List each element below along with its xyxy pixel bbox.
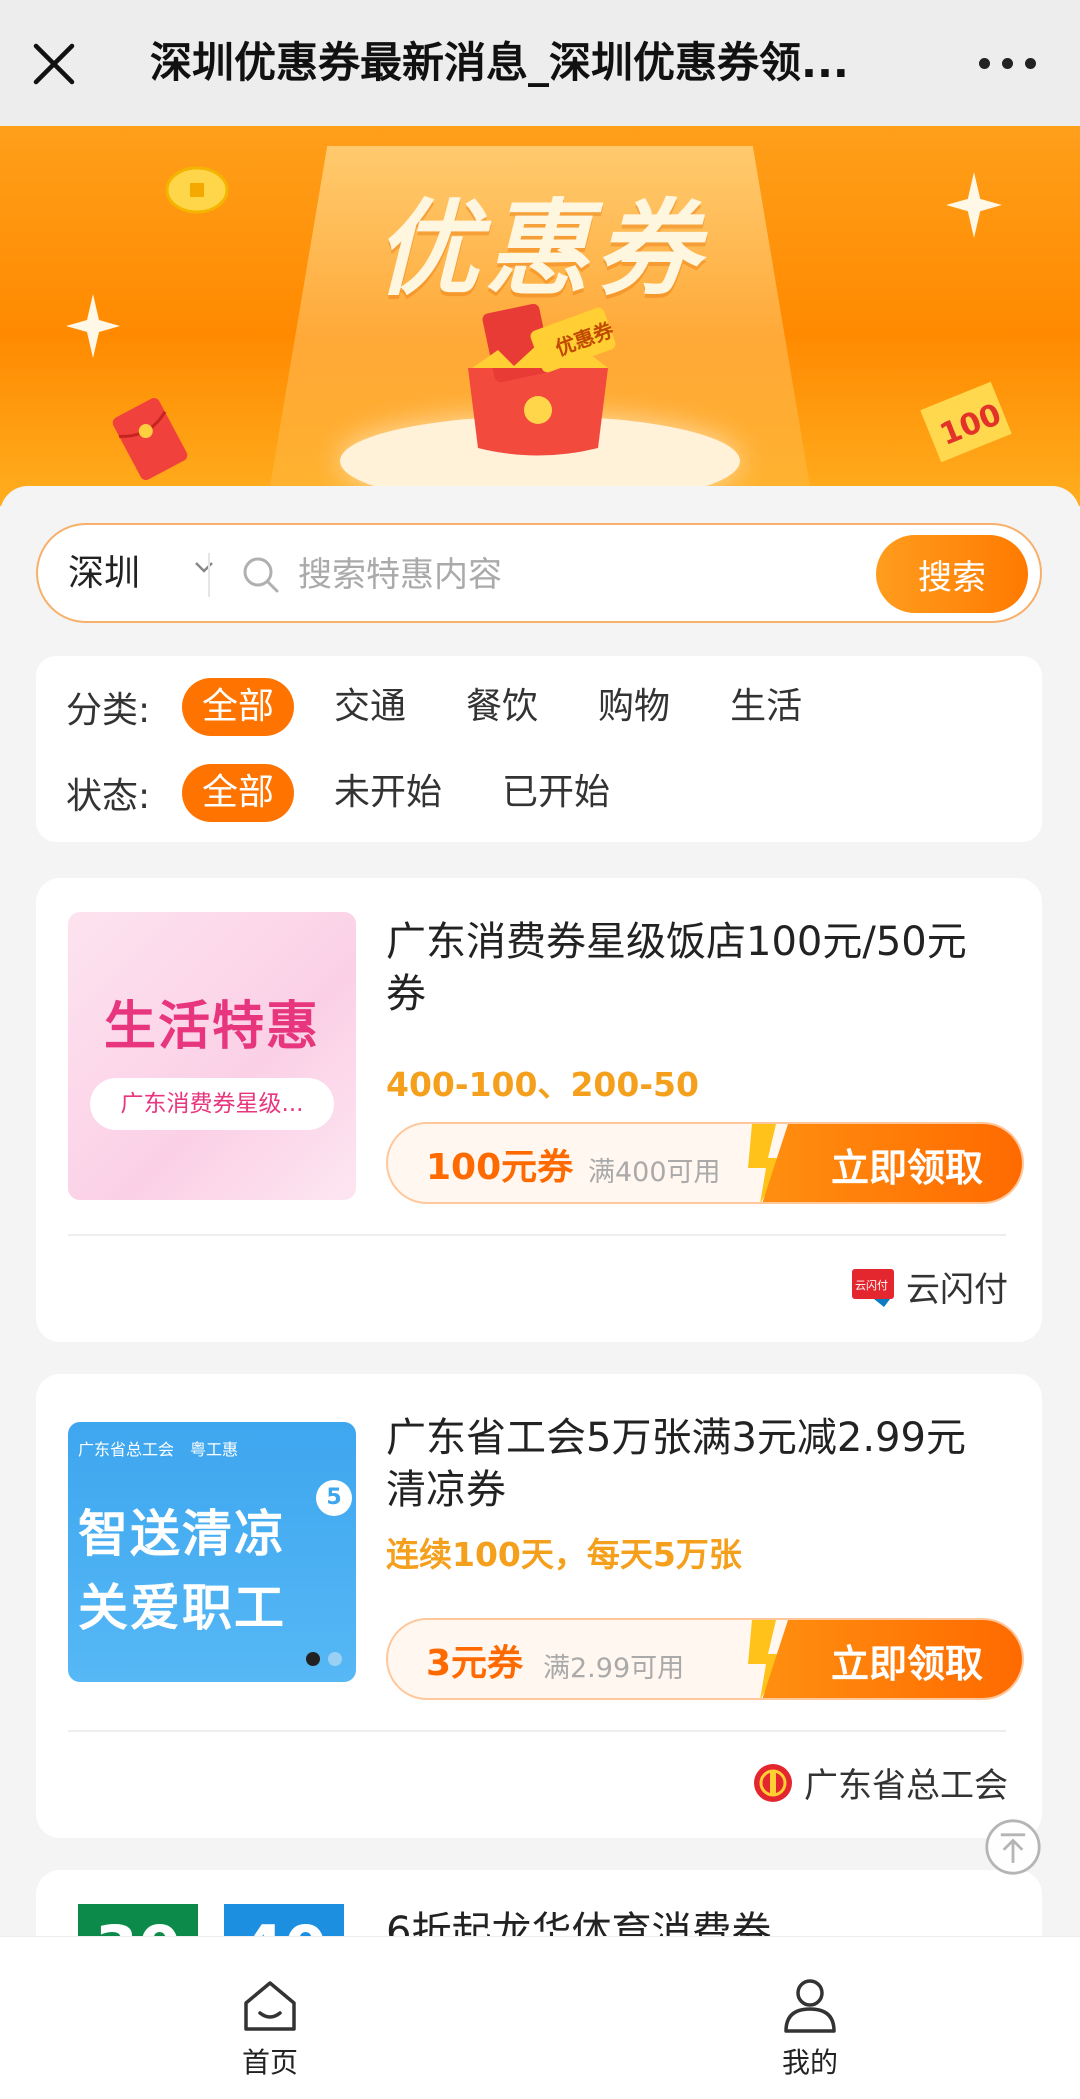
- coupon-ticket-icon: 100: [920, 381, 1012, 463]
- user-icon: [784, 1979, 836, 2033]
- status-filter-label: 状态:: [66, 776, 151, 817]
- thumb-line-2: 关爱职工: [78, 1579, 286, 1637]
- search-button[interactable]: 搜索: [876, 535, 1028, 613]
- tab-home-label: 首页: [241, 2046, 298, 2079]
- trade-union-logo-icon: [754, 1763, 792, 1802]
- card-title: 广东省工会5万张满3元减2.99元清凉券: [386, 1415, 966, 1513]
- thumb-header: 广东省总工会 粤工惠: [78, 1436, 238, 1460]
- status-filter-row: 状态: 全部 未开始 已开始: [66, 764, 650, 822]
- hero-banner: 优惠券 优惠券 100: [0, 126, 1080, 506]
- thumb-header-right: 粤工惠: [190, 1440, 239, 1459]
- status-chip-started[interactable]: 已开始: [482, 764, 630, 822]
- coupon-condition: 满400可用: [588, 1157, 721, 1188]
- card-subtitle: 400-100、200-50: [386, 1065, 699, 1104]
- coupon-bar[interactable]: 3元券 满2.99可用 立即领取: [386, 1618, 1024, 1700]
- coupon-condition: 满2.99可用: [543, 1653, 685, 1684]
- status-chip-not-started[interactable]: 未开始: [314, 764, 462, 822]
- tab-mine-label: 我的: [781, 2046, 838, 2079]
- tab-mine[interactable]: 我的: [740, 1977, 880, 2081]
- red-envelope-icon: [112, 398, 188, 480]
- coupon-bar[interactable]: 100元券 满400可用 立即领取: [386, 1122, 1024, 1204]
- status-chip-all[interactable]: 全部: [182, 764, 295, 822]
- claim-button[interactable]: 立即领取: [762, 1124, 1022, 1202]
- search-input[interactable]: [296, 547, 680, 603]
- category-filter-row: 分类: 全部 交通 餐饮 购物 生活: [66, 678, 842, 736]
- card-title: 广东消费券星级饭店100元/50元券: [386, 919, 967, 1017]
- category-chip-dining[interactable]: 餐饮: [446, 678, 558, 736]
- carousel-dot-active: [306, 1652, 320, 1666]
- tab-home[interactable]: 首页: [200, 1977, 340, 2081]
- category-chip-transport[interactable]: 交通: [314, 678, 426, 736]
- thumb-badge: 5: [316, 1480, 352, 1516]
- category-chip-shopping[interactable]: 购物: [578, 678, 690, 736]
- page-title: 深圳优惠券最新消息_深圳优惠券领...: [150, 38, 849, 87]
- card-thumbnail: 生活特惠 广东消费券星级...: [68, 912, 356, 1200]
- thumb-title: 生活特惠: [103, 997, 320, 1057]
- sparkle-icon: [946, 172, 1002, 238]
- coupon-card[interactable]: 广东省总工会 粤工惠 5 智送清凉 关爱职工 广东省工会5万张满3元减2.99元…: [36, 1374, 1042, 1838]
- thumb-line-1: 智送清凉: [78, 1505, 286, 1563]
- category-chip-all[interactable]: 全部: [182, 678, 295, 736]
- search-bar: 深圳 搜索: [36, 523, 1042, 623]
- carousel-dot: [328, 1652, 342, 1666]
- category-filter-label: 分类:: [66, 690, 151, 731]
- more-icon[interactable]: [979, 58, 1036, 69]
- city-selector[interactable]: 深圳: [68, 549, 140, 599]
- card-thumbnail: 广东省总工会 粤工惠 5 智送清凉 关爱职工: [68, 1422, 356, 1682]
- issuer-name: 广东省总工会: [804, 1766, 1008, 1806]
- search-icon: [243, 557, 279, 593]
- coupon-amount: 3元券: [426, 1643, 524, 1684]
- sparkle-icon: [66, 294, 120, 358]
- card-subtitle: 连续100天，每天5万张: [386, 1535, 742, 1574]
- bottom-tab-bar: 首页 我的: [0, 1936, 1080, 2099]
- home-icon: [244, 1981, 296, 2031]
- filter-panel: 分类: 全部 交通 餐饮 购物 生活 状态: 全部 未开始 已开始: [36, 656, 1042, 842]
- search-separator: [208, 553, 210, 597]
- chevron-down-icon[interactable]: [194, 561, 214, 575]
- coin-icon: [165, 166, 229, 214]
- unionpay-logo-icon: 云闪付: [852, 1268, 894, 1307]
- top-bar: 深圳优惠券最新消息_深圳优惠券领...: [0, 0, 1080, 126]
- thumb-header-left: 广东省总工会: [78, 1440, 175, 1459]
- close-icon[interactable]: [30, 34, 80, 92]
- back-to-top-icon[interactable]: [984, 1818, 1042, 1876]
- category-chip-life[interactable]: 生活: [710, 678, 822, 736]
- issuer: 广东省总工会: [752, 1758, 1008, 1807]
- issuer: 云闪付 云闪付: [850, 1262, 1008, 1311]
- issuer-name: 云闪付: [906, 1270, 1008, 1310]
- issuer-logo-text: 云闪付: [855, 1278, 888, 1292]
- gift-box-icon: 优惠券: [468, 303, 618, 456]
- claim-button[interactable]: 立即领取: [762, 1620, 1022, 1698]
- card-divider: [68, 1234, 1006, 1236]
- card-divider: [68, 1730, 1006, 1732]
- thumb-caption: 广东消费券星级...: [90, 1078, 334, 1130]
- coupon-amount: 100元券: [426, 1147, 574, 1188]
- coupon-card[interactable]: 生活特惠 广东消费券星级... 广东消费券星级饭店100元/50元券 400-1…: [36, 878, 1042, 1342]
